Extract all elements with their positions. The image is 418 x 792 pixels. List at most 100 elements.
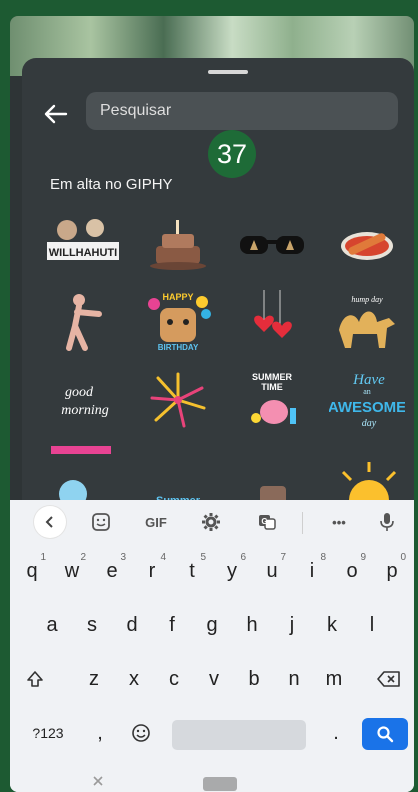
key-d[interactable]: d: [112, 604, 152, 646]
svg-text:SUMMER: SUMMER: [252, 372, 292, 382]
gif-button[interactable]: GIF: [136, 506, 176, 538]
settings-gear-icon[interactable]: [194, 506, 228, 538]
more-options-button[interactable]: •••: [322, 506, 356, 538]
key-y-label: y: [227, 559, 237, 582]
key-m[interactable]: m: [314, 658, 354, 700]
key-o-label: o: [346, 559, 358, 582]
keyboard: GIF G ••• q1w2e3r4t5y6u7i8o9p0 asdfghjkl…: [10, 500, 414, 792]
search-key[interactable]: [362, 718, 408, 750]
key-t-label: t: [189, 559, 195, 582]
key-q[interactable]: q1: [12, 550, 52, 592]
key-y[interactable]: y6: [212, 550, 252, 592]
phone-screen: 37 Em alta no GIPHY WILLHAHUTI HAPPY BIRT…: [10, 16, 414, 792]
svg-text:morning: morning: [62, 403, 109, 418]
sticker-willhahuti[interactable]: WILLHAHUTI: [36, 208, 131, 280]
key-l[interactable]: l: [352, 604, 392, 646]
microphone-icon[interactable]: [372, 506, 402, 538]
sticker-dancing-figure[interactable]: [36, 286, 131, 358]
keyboard-collapse-button[interactable]: [34, 506, 66, 538]
key-w[interactable]: w2: [52, 550, 92, 592]
comma-key[interactable]: ,: [86, 712, 114, 754]
sticker-have-an-awesome-day[interactable]: Have an AWESOME day: [320, 364, 415, 436]
translate-icon[interactable]: G: [250, 506, 284, 538]
key-x[interactable]: x: [114, 658, 154, 700]
sticker-camel-text: hump day: [351, 295, 383, 304]
counter-badge: 37: [208, 130, 256, 178]
backspace-key-icon[interactable]: [370, 658, 408, 700]
svg-text:BIRTHDAY: BIRTHDAY: [157, 343, 198, 352]
sticker-good-morning[interactable]: good morning: [36, 364, 131, 436]
key-y-number-hint: 6: [240, 552, 246, 563]
keyboard-row-4: ?123 , .: [10, 712, 414, 758]
key-v[interactable]: v: [194, 658, 234, 700]
sticker-grid: WILLHAHUTI HAPPY BIRTHDAY hump day good …: [36, 208, 414, 514]
key-t[interactable]: t5: [172, 550, 212, 592]
navigation-bar: [10, 760, 414, 792]
key-w-label: w: [64, 559, 80, 582]
svg-text:TIME: TIME: [262, 382, 284, 392]
nav-home-button[interactable]: [203, 777, 237, 791]
svg-text:G: G: [261, 517, 267, 526]
key-p-label: p: [386, 559, 398, 582]
key-g[interactable]: g: [192, 604, 232, 646]
key-u-number-hint: 7: [280, 552, 286, 563]
key-t-number-hint: 5: [200, 552, 206, 563]
period-key[interactable]: .: [324, 712, 348, 754]
svg-text:AWESOME: AWESOME: [329, 399, 405, 416]
key-r-label: r: [148, 559, 156, 582]
key-r[interactable]: r4: [132, 550, 172, 592]
sticker-icon[interactable]: [84, 506, 118, 538]
sticker-camel[interactable]: hump day: [320, 286, 415, 358]
key-f[interactable]: f: [152, 604, 192, 646]
sticker-happy-birthday-cat[interactable]: HAPPY BIRTHDAY: [131, 286, 226, 358]
key-i[interactable]: i8: [292, 550, 332, 592]
key-u-label: u: [266, 559, 278, 582]
search-input[interactable]: [86, 101, 382, 121]
emoji-key-icon[interactable]: [124, 712, 158, 754]
space-bar[interactable]: [172, 720, 306, 750]
key-b[interactable]: b: [234, 658, 274, 700]
sticker-fireworks[interactable]: [131, 364, 226, 436]
svg-text:HAPPY: HAPPY: [162, 292, 193, 302]
sticker-hotdog[interactable]: [320, 208, 415, 280]
search-field[interactable]: [86, 92, 398, 130]
svg-text:Have: Have: [352, 372, 385, 388]
drag-handle[interactable]: [208, 70, 248, 74]
key-u[interactable]: u7: [252, 550, 292, 592]
keyboard-toolbar: GIF G •••: [10, 500, 414, 544]
symbols-key[interactable]: ?123: [24, 712, 72, 754]
search-icon: [377, 726, 394, 743]
sticker-sunglasses[interactable]: [225, 208, 320, 280]
key-w-number-hint: 2: [80, 552, 86, 563]
svg-text:good: good: [65, 385, 94, 400]
nav-back-icon[interactable]: [92, 774, 104, 790]
section-title: Em alta no GIPHY: [50, 176, 173, 193]
key-r-number-hint: 4: [160, 552, 166, 563]
key-e[interactable]: e3: [92, 550, 132, 592]
key-a[interactable]: a: [32, 604, 72, 646]
key-q-number-hint: 1: [40, 552, 46, 563]
key-c[interactable]: c: [154, 658, 194, 700]
key-p-number-hint: 0: [400, 552, 406, 563]
sticker-hearts[interactable]: [225, 286, 320, 358]
shift-key-icon[interactable]: [18, 658, 52, 700]
key-s[interactable]: s: [72, 604, 112, 646]
key-n[interactable]: n: [274, 658, 314, 700]
key-h[interactable]: h: [232, 604, 272, 646]
key-z[interactable]: z: [74, 658, 114, 700]
key-e-label: e: [106, 559, 118, 582]
key-k[interactable]: k: [312, 604, 352, 646]
key-i-label: i: [309, 559, 315, 582]
back-arrow-icon[interactable]: [38, 98, 74, 130]
key-j[interactable]: j: [272, 604, 312, 646]
sticker-cake[interactable]: [131, 208, 226, 280]
keyboard-row-2: asdfghjkl: [10, 604, 414, 650]
key-o-number-hint: 9: [360, 552, 366, 563]
svg-text:an: an: [363, 387, 371, 396]
toolbar-divider: [302, 512, 303, 534]
sticker-summer-time[interactable]: SUMMER TIME: [225, 364, 320, 436]
key-o[interactable]: o9: [332, 550, 372, 592]
key-p[interactable]: p0: [372, 550, 412, 592]
keyboard-row-1: q1w2e3r4t5y6u7i8o9p0: [10, 550, 414, 596]
keyboard-row-3: zxcvbnm: [10, 658, 414, 704]
